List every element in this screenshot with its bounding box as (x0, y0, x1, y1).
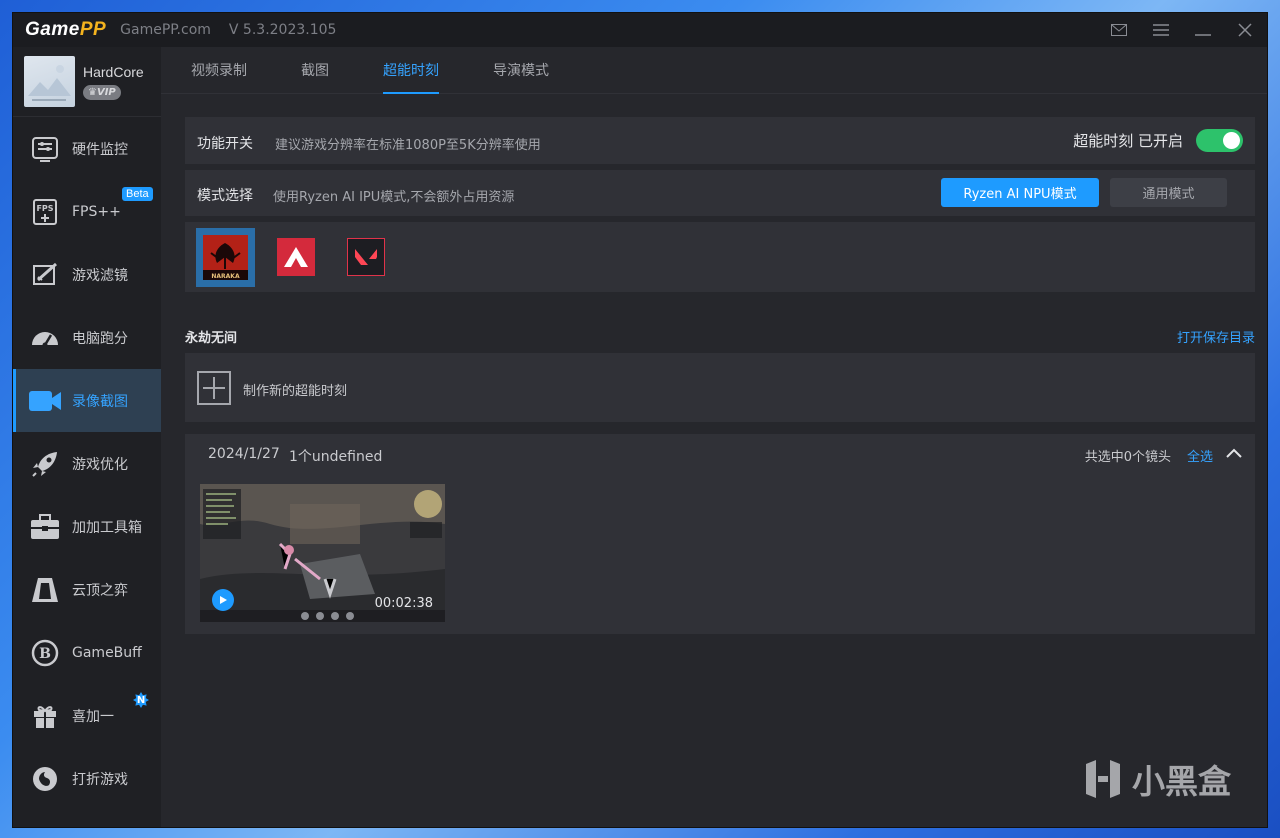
apex-legends-icon[interactable] (277, 238, 315, 276)
clip-duration: 00:02:38 (374, 596, 433, 611)
sidebar-item-benchmark[interactable]: 电脑跑分 (13, 306, 161, 369)
plus-icon (197, 371, 231, 405)
mode-select-description: 使用Ryzen AI IPU模式,不会额外占用资源 (273, 190, 515, 205)
clip-count: 1个undefined (289, 449, 383, 465)
clips-panel: 2024/1/27 1个undefined 共选中0个镜头 全选 00:02:3… (185, 434, 1255, 634)
tab-bar: 视频录制 截图 超能时刻 导演模式 (161, 47, 1267, 94)
create-new-moment[interactable]: 制作新的超能时刻 (185, 353, 1255, 422)
feature-switch-row: 功能开关 建议游戏分辨率在标准1080P至5K分辨率使用 超能时刻 已开启 (185, 117, 1255, 164)
xiaoheihe-logo-icon (1086, 760, 1120, 798)
xiaoheihe-watermark: 小黑盒 (1082, 755, 1231, 803)
naraka-logo-text: NARAKA (211, 273, 240, 280)
game-filter-icon (28, 258, 62, 292)
sidebar-item-label: 硬件监控 (72, 141, 128, 158)
sidebar-item-label: 游戏滤镜 (72, 267, 128, 284)
sidebar: HardCore ♛ VIP 硬件监控 FPS FPS++ Beta 游戏滤镜 … (13, 47, 161, 827)
username: HardCore (83, 63, 144, 80)
rocket-icon (28, 447, 62, 481)
gift-icon (28, 699, 62, 733)
app-window: GamePP GamePP.com V 5.3.2023.105 HardCor… (12, 12, 1268, 828)
menu-icon[interactable] (1147, 16, 1175, 44)
general-mode-button[interactable]: 通用模式 (1110, 178, 1227, 207)
sidebar-nav: 硬件监控 FPS FPS++ Beta 游戏滤镜 电脑跑分 录像截图 游戏优化 … (13, 117, 161, 810)
feature-switch-label: 功能开关 (197, 136, 253, 152)
svg-text:FPS: FPS (36, 204, 53, 213)
gamebuff-icon: B (28, 636, 62, 670)
beta-badge: Beta (122, 187, 153, 201)
title-bar: GamePP GamePP.com V 5.3.2023.105 (13, 13, 1267, 47)
mail-icon[interactable] (1105, 16, 1133, 44)
play-icon[interactable] (212, 589, 234, 611)
sidebar-item-label: 录像截图 (72, 393, 128, 410)
sidebar-item-game-filter[interactable]: 游戏滤镜 (13, 243, 161, 306)
sidebar-item-label: GameBuff (72, 644, 142, 661)
hardware-monitor-icon (28, 132, 62, 166)
vip-badge: ♛ VIP (83, 84, 121, 100)
minimize-icon[interactable] (1189, 16, 1217, 44)
feature-toggle[interactable] (1196, 129, 1243, 152)
sidebar-item-label: 打折游戏 (72, 771, 128, 788)
site-url: GamePP.com (120, 22, 211, 38)
sidebar-item-discount-games[interactable]: 打折游戏 (13, 747, 161, 810)
sidebar-item-hardware-monitor[interactable]: 硬件监控 (13, 117, 161, 180)
sidebar-item-free-games[interactable]: 喜加一 N (13, 684, 161, 747)
benchmark-gauge-icon (28, 321, 62, 355)
section-title: 永劫无间 (185, 331, 238, 346)
sidebar-item-tft[interactable]: 云顶之弈 (13, 558, 161, 621)
app-logo: GamePP (25, 19, 107, 40)
avatar[interactable] (24, 56, 75, 107)
feature-switch-description: 建议游戏分辨率在标准1080P至5K分辨率使用 (275, 138, 541, 153)
tab-video-record[interactable]: 视频录制 (191, 47, 247, 94)
tab-screenshot[interactable]: 截图 (301, 47, 329, 94)
create-new-label: 制作新的超能时刻 (243, 384, 348, 399)
naraka-icon[interactable]: NARAKA (196, 228, 255, 287)
new-badge: N (133, 692, 149, 708)
sidebar-item-recording[interactable]: 录像截图 (13, 369, 161, 432)
sidebar-item-label: 电脑跑分 (72, 330, 128, 347)
clip-thumbnail[interactable]: 00:02:38 (200, 484, 445, 622)
valorant-icon[interactable] (347, 238, 385, 276)
tab-director-mode[interactable]: 导演模式 (493, 47, 549, 94)
tft-icon (28, 573, 62, 607)
game-list: NARAKA (185, 222, 1255, 292)
chevron-up-icon[interactable] (1225, 444, 1243, 462)
clip-date: 2024/1/27 (208, 446, 280, 462)
sidebar-item-label: 游戏优化 (72, 456, 128, 473)
main-content: 视频录制 截图 超能时刻 导演模式 功能开关 建议游戏分辨率在标准1080P至5… (161, 47, 1267, 827)
discount-game-icon (28, 762, 62, 796)
sidebar-item-label: 加加工具箱 (72, 519, 142, 536)
sidebar-item-label: 云顶之弈 (72, 582, 128, 599)
sidebar-item-gamebuff[interactable]: B GameBuff (13, 621, 161, 684)
toolbox-icon (28, 510, 62, 544)
mode-select-row: 模式选择 使用Ryzen AI IPU模式,不会额外占用资源 Ryzen AI … (185, 170, 1255, 216)
sidebar-item-game-optimize[interactable]: 游戏优化 (13, 432, 161, 495)
select-all-link[interactable]: 全选 (1187, 446, 1213, 465)
app-version: V 5.3.2023.105 (228, 22, 337, 38)
selected-count: 共选中0个镜头 (1084, 450, 1171, 465)
feature-status-text: 超能时刻 已开启 (1073, 132, 1183, 150)
sidebar-item-toolbox[interactable]: 加加工具箱 (13, 495, 161, 558)
user-profile[interactable]: HardCore ♛ VIP (13, 47, 161, 117)
mode-select-label: 模式选择 (197, 188, 253, 204)
video-camera-icon (28, 384, 62, 418)
sidebar-item-label: 喜加一 (72, 708, 114, 725)
sidebar-item-label: FPS++ (72, 203, 121, 220)
svg-text:B: B (39, 646, 51, 662)
ryzen-npu-mode-button[interactable]: Ryzen AI NPU模式 (941, 178, 1099, 207)
tab-super-moment[interactable]: 超能时刻 (383, 47, 439, 94)
close-icon[interactable] (1231, 16, 1259, 44)
sidebar-item-fps[interactable]: FPS FPS++ Beta (13, 180, 161, 243)
open-save-folder-link[interactable]: 打开保存目录 (1177, 327, 1255, 346)
fps-icon: FPS (28, 195, 62, 229)
